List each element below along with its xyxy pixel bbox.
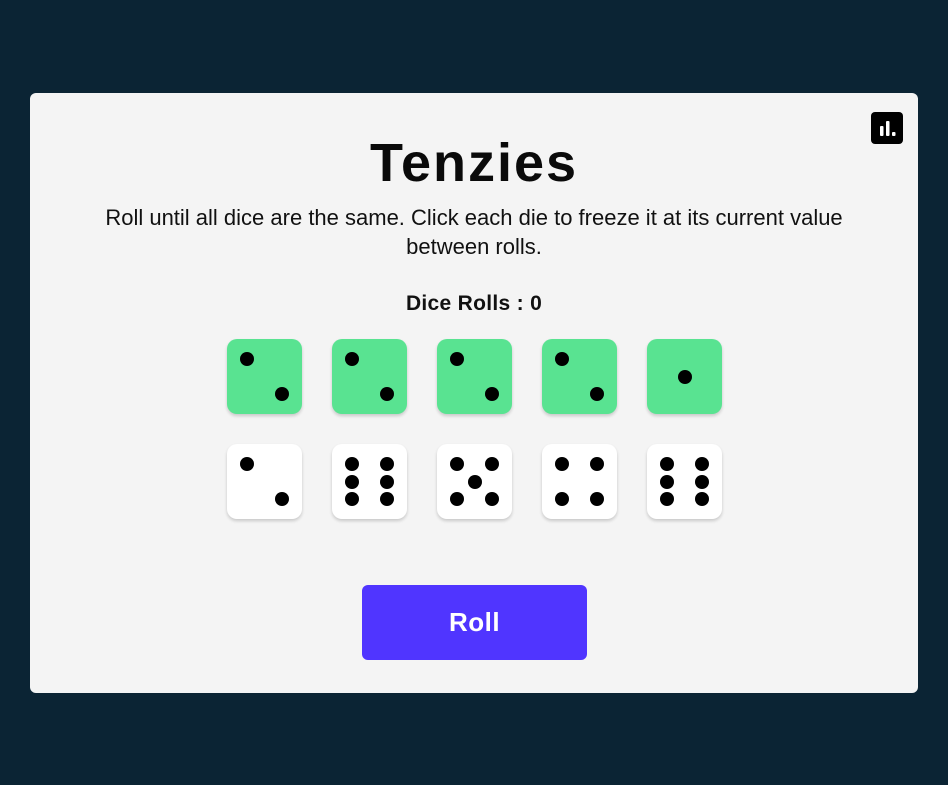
die-3[interactable]	[437, 339, 512, 414]
die-pip	[484, 457, 499, 472]
die-pip	[694, 491, 709, 506]
die-pip	[379, 474, 394, 489]
die-pip	[484, 491, 499, 506]
die-pip	[240, 457, 255, 472]
die-pip	[450, 352, 465, 367]
die-pip	[345, 352, 360, 367]
roll-button[interactable]: Roll	[362, 585, 587, 660]
die-5[interactable]	[647, 339, 722, 414]
die-7[interactable]	[332, 444, 407, 519]
die-8[interactable]	[437, 444, 512, 519]
die-pip	[379, 491, 394, 506]
die-pip	[379, 457, 394, 472]
die-pip	[450, 457, 465, 472]
die-pip	[555, 352, 570, 367]
die-10[interactable]	[647, 444, 722, 519]
page-title: Tenzies	[369, 133, 579, 193]
die-pip	[589, 457, 604, 472]
dice-grid	[227, 339, 722, 519]
die-pip	[345, 474, 360, 489]
die-pip	[240, 352, 255, 367]
die-2[interactable]	[332, 339, 407, 414]
die-pip	[677, 369, 692, 384]
die-pip	[589, 386, 604, 401]
die-pip	[345, 457, 360, 472]
instructions-text: Roll until all dice are the same. Click …	[105, 205, 843, 259]
die-9[interactable]	[542, 444, 617, 519]
dice-rolls-value: 0	[530, 292, 543, 315]
die-pip	[345, 491, 360, 506]
game-panel: Tenzies Roll until all dice are the same…	[30, 93, 918, 693]
die-pip	[694, 474, 709, 489]
die-pip	[274, 491, 289, 506]
dice-rolls-label: Dice Rolls :	[405, 292, 531, 315]
die-pip	[555, 457, 570, 472]
die-pip	[484, 386, 499, 401]
die-pip	[660, 491, 675, 506]
die-4[interactable]	[542, 339, 617, 414]
die-pip	[589, 491, 604, 506]
die-pip	[694, 457, 709, 472]
dice-rolls-counter: Dice Rolls : 0	[30, 291, 918, 317]
die-6[interactable]	[227, 444, 302, 519]
die-pip	[450, 491, 465, 506]
die-pip	[274, 386, 289, 401]
die-pip	[379, 386, 394, 401]
die-pip	[555, 491, 570, 506]
die-pip	[660, 474, 675, 489]
die-1[interactable]	[227, 339, 302, 414]
die-pip	[660, 457, 675, 472]
die-pip	[467, 474, 482, 489]
